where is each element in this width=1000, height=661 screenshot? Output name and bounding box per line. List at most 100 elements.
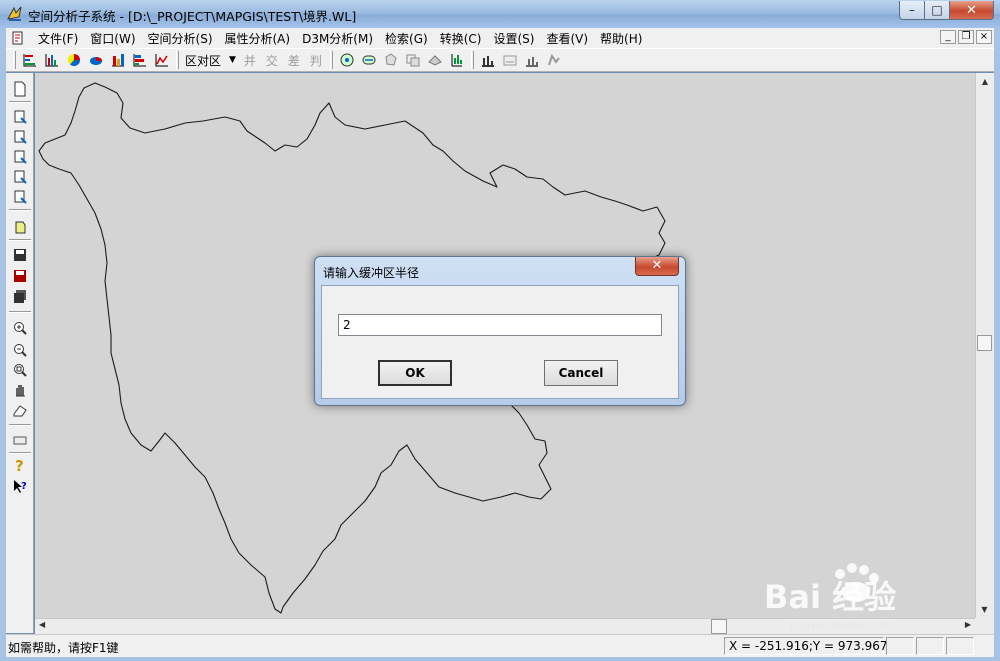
- status-pane-2: [916, 637, 944, 655]
- column-chart-button[interactable]: [107, 50, 129, 70]
- zoom-in-button[interactable]: [10, 318, 30, 338]
- buffer-radius-input[interactable]: [338, 314, 662, 336]
- hbar-chart-button[interactable]: [19, 50, 41, 70]
- menu-bar: 文件(F) 窗口(W) 空间分析(S) 属性分析(A) D3M分析(M) 检索(…: [6, 28, 994, 48]
- status-pane-3: [946, 637, 974, 655]
- help-button[interactable]: ?: [10, 455, 30, 475]
- ok-button[interactable]: OK: [378, 360, 452, 386]
- stacked-bar-button[interactable]: [129, 50, 151, 70]
- layer-button[interactable]: [10, 217, 30, 237]
- pie3d-chart-button[interactable]: [85, 50, 107, 70]
- merge-button[interactable]: [424, 50, 446, 70]
- stat-tool-3-button[interactable]: [521, 50, 543, 70]
- overlay-mode-combo[interactable]: 区对区 ▼: [182, 51, 239, 69]
- stat-tool-4-button[interactable]: [543, 50, 565, 70]
- overlay-mode-value: 区对区: [185, 53, 222, 68]
- close-button[interactable]: ✕: [950, 1, 994, 20]
- horizontal-scroll-thumb[interactable]: [711, 619, 727, 634]
- scroll-right-icon[interactable]: ▶: [965, 620, 971, 629]
- zoom-extent-icon: [14, 364, 27, 377]
- window-title: 空间分析子系统 - [D:\_PROJECT\MAPGIS\TEST\境界.WL…: [28, 9, 357, 24]
- pie3d-chart-icon: [90, 57, 102, 65]
- menu-settings[interactable]: 设置(S): [487, 30, 540, 47]
- mdi-close-button[interactable]: ×: [976, 30, 992, 44]
- menu-attribute-analysis[interactable]: 属性分析(A): [219, 30, 297, 47]
- judge-button[interactable]: 判: [305, 52, 327, 69]
- dialog-body: OK Cancel: [321, 285, 679, 399]
- svg-text:?: ?: [15, 457, 24, 473]
- status-help-text: 如需帮助，请按F1键: [8, 641, 119, 655]
- save-button[interactable]: [10, 245, 30, 265]
- maximize-button[interactable]: □: [925, 1, 950, 20]
- menu-convert[interactable]: 转换(C): [434, 30, 488, 47]
- difference-button[interactable]: 差: [283, 52, 305, 69]
- erase-button[interactable]: [10, 400, 30, 420]
- menu-window[interactable]: 窗口(W): [84, 30, 141, 47]
- zoom-in-icon: [14, 322, 27, 335]
- document-icon[interactable]: [10, 30, 26, 46]
- buffer-region-button[interactable]: [380, 50, 402, 70]
- dialog-title: 请输入缓冲区半径: [323, 266, 420, 280]
- app-icon[interactable]: [6, 5, 24, 23]
- profile-icon: [451, 54, 462, 67]
- open-network-button[interactable]: [10, 187, 30, 207]
- stat-tool-4-icon: [547, 53, 560, 66]
- pan-button[interactable]: [10, 380, 30, 400]
- save-all-icon: [14, 290, 26, 303]
- cancel-button[interactable]: Cancel: [544, 360, 618, 386]
- menu-view[interactable]: 查看(V): [540, 30, 594, 47]
- save-all-button[interactable]: [10, 287, 30, 307]
- separator: [9, 452, 31, 454]
- frame-bottom: [0, 657, 1000, 661]
- clip-button[interactable]: [402, 50, 424, 70]
- open-table-button[interactable]: [10, 167, 30, 187]
- menu-file[interactable]: 文件(F): [32, 30, 84, 47]
- toolbar-grip[interactable]: [13, 51, 16, 69]
- merge-icon: [428, 55, 442, 66]
- menu-help[interactable]: 帮助(H): [594, 30, 648, 47]
- context-help-icon: ?: [14, 480, 27, 493]
- open-line-button[interactable]: [10, 127, 30, 147]
- union-button[interactable]: 并: [239, 52, 261, 69]
- zoom-extent-button[interactable]: [10, 360, 30, 380]
- menu-spatial-analysis[interactable]: 空间分析(S): [142, 30, 219, 47]
- save-as-button[interactable]: [10, 266, 30, 286]
- zoom-out-button[interactable]: [10, 340, 30, 360]
- minimize-button[interactable]: –: [899, 1, 925, 20]
- stat-tool-2-button[interactable]: [499, 50, 521, 70]
- open-point-button[interactable]: [10, 107, 30, 127]
- open-file-icon: [14, 170, 27, 184]
- watermark-text: Bai 经验: [764, 578, 896, 616]
- eraser-icon: [13, 405, 27, 417]
- zoom-out-icon: [14, 344, 27, 357]
- open-region-button[interactable]: [10, 147, 30, 167]
- buffer-line-button[interactable]: [358, 50, 380, 70]
- new-button[interactable]: [10, 79, 30, 99]
- hand-icon: [16, 385, 25, 397]
- vertical-scroll-thumb[interactable]: [977, 335, 992, 351]
- svg-text:?: ?: [21, 481, 27, 492]
- profile-button[interactable]: [446, 50, 468, 70]
- context-help-button[interactable]: ?: [10, 476, 30, 496]
- column-chart-icon: [112, 54, 124, 67]
- menu-search[interactable]: 检索(G): [379, 30, 434, 47]
- mdi-restore-button[interactable]: ❐: [958, 30, 974, 44]
- pie-chart-button[interactable]: [63, 50, 85, 70]
- buffer-radius-dialog: 请输入缓冲区半径 ✕ OK Cancel: [314, 256, 686, 406]
- dialog-close-button[interactable]: ✕: [635, 257, 679, 276]
- scroll-left-icon[interactable]: ◀: [39, 620, 45, 629]
- line-chart-button[interactable]: [151, 50, 173, 70]
- line-chart-icon: [155, 54, 168, 67]
- stat-tool-3-icon: [525, 57, 538, 67]
- stat-tool-1-button[interactable]: [477, 50, 499, 70]
- mdi-minimize-button[interactable]: _: [940, 30, 956, 44]
- window-tile-button[interactable]: [10, 430, 30, 450]
- buffer-point-button[interactable]: [336, 50, 358, 70]
- menu-d3m-analysis[interactable]: D3M分析(M): [296, 30, 379, 47]
- intersect-button[interactable]: 交: [261, 52, 283, 69]
- bar-chart-button[interactable]: [41, 50, 63, 70]
- open-file-icon: [14, 110, 27, 124]
- scroll-up-icon[interactable]: ▲: [976, 73, 994, 90]
- scroll-down-icon[interactable]: ▼: [976, 601, 993, 618]
- vertical-scrollbar[interactable]: ▲ ▼: [975, 73, 994, 618]
